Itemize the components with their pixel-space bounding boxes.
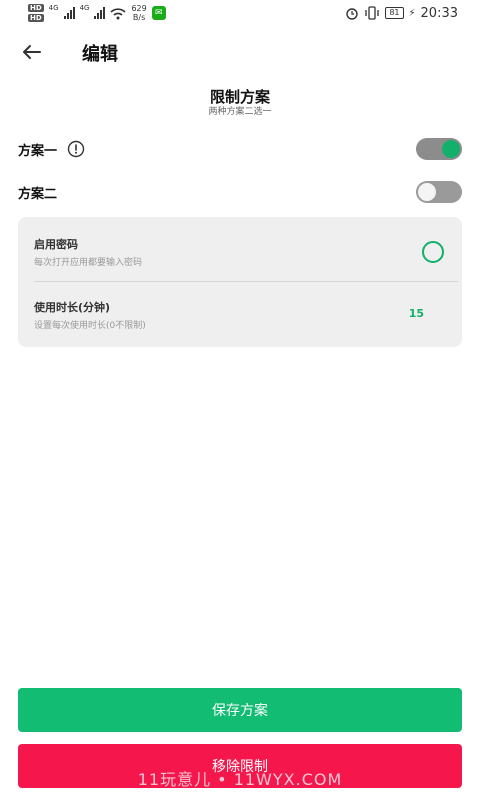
plan-two-toggle[interactable] bbox=[416, 181, 462, 203]
network-speed-value: 629 bbox=[131, 4, 147, 13]
status-bar: HD HD 4G 4G 629 B/s ✉ 81 ⚡ 20:33 bbox=[0, 0, 480, 26]
plan-one-toggle[interactable] bbox=[416, 138, 462, 160]
toggle-knob bbox=[442, 140, 460, 158]
info-icon[interactable] bbox=[67, 140, 85, 158]
password-radio-icon[interactable] bbox=[422, 241, 444, 263]
signal-icon bbox=[63, 7, 75, 19]
watermark: 11玩意儿 • 11WYX.COM bbox=[137, 770, 343, 789]
duration-setting-row[interactable]: 使用时长(分钟) 设置每次使用时长(0不限制) 15 bbox=[18, 282, 462, 346]
vibrate-icon bbox=[365, 6, 379, 20]
plan-settings-card: 启用密码 每次打开应用都要输入密码 使用时长(分钟) 设置每次使用时长(0不限制… bbox=[18, 217, 462, 347]
section-subtitle: 两种方案二选一 bbox=[208, 107, 272, 117]
app-header: 编辑 bbox=[0, 32, 480, 72]
password-setting-row[interactable]: 启用密码 每次打开应用都要输入密码 bbox=[18, 217, 462, 281]
hd-badges: HD HD bbox=[28, 4, 44, 22]
plan-two-label-wrap: 方案二 bbox=[18, 183, 57, 202]
password-setting-desc: 每次打开应用都要输入密码 bbox=[34, 258, 143, 268]
wifi-icon bbox=[110, 7, 127, 19]
charging-icon: ⚡ bbox=[408, 7, 416, 19]
status-right: 81 ⚡ 20:33 bbox=[345, 6, 458, 21]
wechat-notification-icon: ✉ bbox=[151, 6, 166, 20]
plan-two-label: 方案二 bbox=[18, 186, 58, 202]
toggle-knob bbox=[418, 183, 436, 201]
plan-one-label-wrap: 方案一 bbox=[18, 140, 85, 159]
hd-badge: HD bbox=[28, 14, 44, 22]
network-speed: 629 B/s bbox=[131, 4, 146, 22]
back-arrow-icon[interactable] bbox=[20, 40, 44, 64]
alarm-icon bbox=[346, 8, 359, 20]
plan-one-label: 方案一 bbox=[18, 143, 58, 159]
password-setting-title: 启用密码 bbox=[34, 238, 78, 251]
status-left: HD HD 4G 4G 629 B/s ✉ bbox=[28, 4, 166, 22]
network-type-label: 4G bbox=[48, 4, 59, 12]
page-title: 编辑 bbox=[82, 44, 118, 65]
save-plan-button[interactable]: 保存方案 bbox=[18, 688, 462, 732]
duration-value[interactable]: 15 bbox=[409, 307, 424, 320]
duration-setting-desc: 设置每次使用时长(0不限制) bbox=[34, 321, 146, 331]
network-type-label: 4G bbox=[79, 4, 90, 12]
network-speed-unit: B/s bbox=[132, 13, 146, 22]
battery-level: 81 bbox=[385, 7, 404, 19]
signal-icon bbox=[94, 7, 106, 19]
plan-one-row: 方案一 bbox=[18, 134, 462, 164]
status-time: 20:33 bbox=[420, 5, 458, 21]
hd-badge: HD bbox=[28, 4, 44, 12]
duration-setting-title: 使用时长(分钟) bbox=[34, 301, 111, 314]
plan-two-row: 方案二 bbox=[18, 177, 462, 207]
